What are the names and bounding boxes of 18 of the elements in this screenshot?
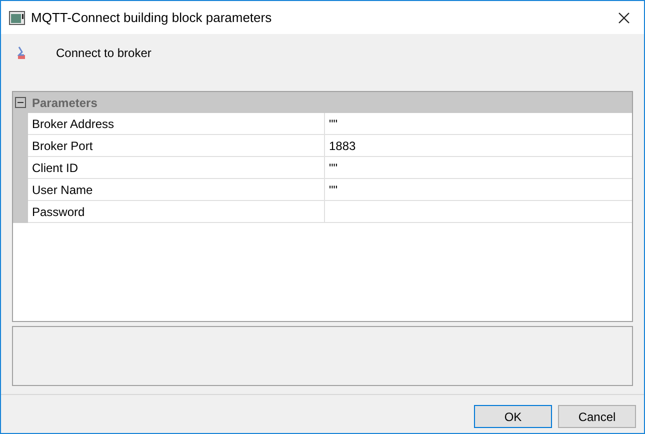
collapse-icon[interactable]: [15, 97, 26, 108]
property-value[interactable]: "": [325, 157, 632, 179]
property-name[interactable]: Client ID: [28, 157, 325, 179]
group-label: Parameters: [32, 94, 98, 112]
building-block-icon: [16, 46, 26, 60]
property-name[interactable]: Broker Address: [28, 113, 325, 135]
dialog-button[interactable]: OK: [474, 405, 552, 428]
property-value[interactable]: "": [325, 179, 632, 201]
property-value[interactable]: "": [325, 113, 632, 135]
property-name[interactable]: User Name: [28, 179, 325, 201]
property-name[interactable]: Password: [28, 201, 325, 223]
property-name[interactable]: Broker Port: [28, 135, 325, 157]
window-title: MQTT-Connect building block parameters: [31, 8, 273, 27]
close-icon[interactable]: [618, 12, 630, 24]
dialog-button[interactable]: Cancel: [558, 405, 636, 428]
window-icon: [9, 10, 25, 24]
property-value[interactable]: 1883: [325, 135, 632, 157]
header-label: Connect to broker: [56, 45, 152, 62]
